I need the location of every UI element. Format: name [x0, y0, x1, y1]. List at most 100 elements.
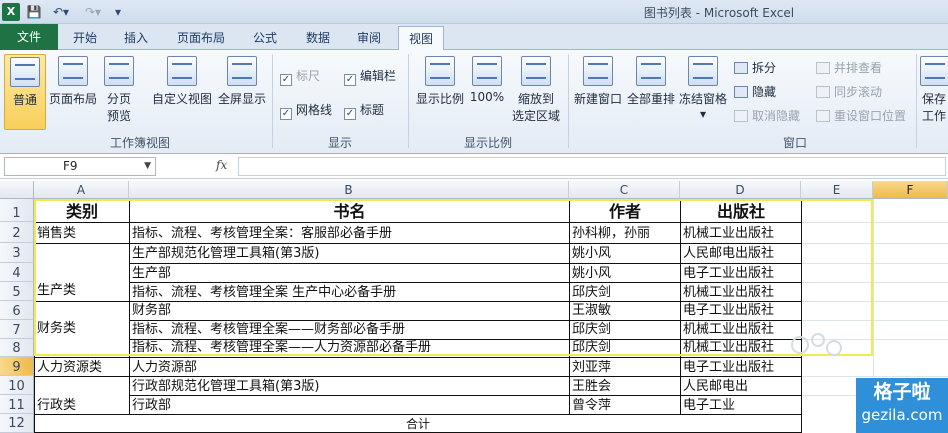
book-title[interactable]: 指标、流程、考核管理全案：客服部必备手册 [130, 223, 568, 243]
tab-file[interactable]: 文件 [0, 24, 58, 50]
save-workspace-label-1: 保存 [921, 92, 946, 106]
select-all-corner[interactable] [0, 181, 34, 199]
tab-formulas[interactable]: 公式 [243, 26, 287, 50]
category-production[interactable]: 生产类 [35, 244, 129, 301]
headings-label: 标题 [360, 103, 385, 117]
book-publisher[interactable]: 电子工业出版社 [681, 264, 800, 282]
row-header-2[interactable]: 2 [0, 222, 34, 243]
column-header-a[interactable]: A [34, 181, 129, 199]
page-break-preview-button[interactable]: 分页 预览 [100, 54, 138, 130]
custom-views-button[interactable]: 自定义视图 [150, 54, 214, 130]
book-publisher[interactable]: 人民邮电出 [681, 377, 800, 395]
normal-view-button[interactable]: 普通 [4, 54, 46, 130]
zoom-100-button[interactable]: 100% [468, 54, 506, 130]
insert-function-icon[interactable]: fx [216, 158, 227, 172]
category-finance[interactable]: 财务类 [35, 302, 129, 357]
row-header-12[interactable]: 12 [0, 414, 34, 433]
row-header-7[interactable]: 7 [0, 320, 34, 339]
save-workspace-button[interactable]: 保存 工作 [920, 54, 948, 130]
column-header-b[interactable]: B [129, 181, 569, 199]
book-title[interactable]: 财务部 [130, 302, 568, 320]
header-category[interactable]: 类别 [35, 200, 129, 222]
tab-view[interactable]: 视图 [398, 26, 444, 51]
split-button[interactable]: 拆分 [734, 58, 776, 78]
sync-scroll-label: 同步滚动 [834, 85, 883, 99]
header-title[interactable]: 书名 [130, 200, 569, 222]
watermark-dots-icon [791, 333, 842, 356]
column-header-d[interactable]: D [680, 181, 801, 199]
column-header-e[interactable]: E [801, 181, 873, 199]
book-title[interactable]: 行政部 [130, 396, 568, 414]
book-author[interactable]: 邱庆剑 [570, 283, 679, 301]
book-title[interactable]: 指标、流程、考核管理全案 生产中心必备手册 [130, 283, 568, 301]
hide-button[interactable]: 隐藏 [734, 82, 776, 102]
book-publisher[interactable]: 电子工业出版社 [681, 302, 800, 320]
book-publisher[interactable]: 电子工业 [681, 396, 800, 414]
book-publisher[interactable]: 机械工业出版社 [681, 340, 800, 355]
arrange-all-button[interactable]: 全部重排 [626, 54, 676, 130]
unhide-button[interactable]: 取消隐藏 [734, 106, 800, 126]
category-admin[interactable]: 行政类 [35, 377, 129, 414]
formula-bar-checkbox[interactable]: ✓ 编辑栏 [344, 66, 396, 86]
row-header-11[interactable]: 11 [0, 395, 34, 414]
row-header-4[interactable]: 4 [0, 263, 34, 282]
book-title[interactable]: 人力资源部 [130, 358, 568, 376]
tab-data[interactable]: 数据 [296, 26, 340, 50]
reset-window-position-button[interactable]: 重设窗口位置 [816, 106, 906, 126]
unhide-label: 取消隐藏 [752, 109, 801, 123]
tab-page-layout[interactable]: 页面布局 [168, 26, 234, 50]
tab-insert[interactable]: 插入 [113, 26, 159, 50]
tab-home[interactable]: 开始 [62, 26, 108, 50]
name-box[interactable]: F9 ▼ [4, 157, 156, 176]
book-title[interactable]: 生产部规范化管理工具箱(第3版) [130, 244, 568, 263]
gridlines-checkbox[interactable]: ✓ 网格线 [280, 100, 332, 120]
row-header-1[interactable]: 1 [0, 199, 34, 222]
row-header-3[interactable]: 3 [0, 243, 34, 263]
book-author[interactable]: 邱庆剑 [570, 340, 679, 355]
book-title[interactable]: 指标、流程、考核管理全案——人力资源部必备手册 [130, 340, 568, 355]
sync-scroll-button[interactable]: 同步滚动 [816, 82, 882, 102]
page-layout-view-button[interactable]: 页面布局 [48, 54, 98, 130]
book-author[interactable]: 刘亚萍 [570, 358, 679, 376]
row-header-10[interactable]: 10 [0, 376, 34, 395]
zoom-to-selection-button[interactable]: 缩放到 选定区域 [508, 54, 564, 130]
book-author[interactable]: 邱庆剑 [570, 321, 679, 339]
side-by-side-button[interactable]: 并排查看 [816, 58, 882, 78]
tab-review[interactable]: 审阅 [347, 26, 391, 50]
column-header-f[interactable]: F [873, 181, 948, 199]
formula-input[interactable] [238, 157, 946, 176]
book-title[interactable]: 指标、流程、考核管理全案——财务部必备手册 [130, 321, 568, 339]
category-sales[interactable]: 销售类 [35, 223, 129, 243]
total-cell[interactable]: 合计 [35, 415, 801, 432]
book-publisher[interactable]: 机械工业出版社 [681, 321, 800, 339]
book-author[interactable]: 曾令萍 [570, 396, 679, 414]
column-header-c[interactable]: C [569, 181, 680, 199]
headings-checkbox[interactable]: ✓ 标题 [344, 100, 384, 120]
row-header-9[interactable]: 9 [0, 357, 34, 376]
zoom-button[interactable]: 显示比例 [414, 54, 466, 130]
fullscreen-button[interactable]: 全屏显示 [216, 54, 268, 130]
header-author[interactable]: 作者 [570, 200, 680, 222]
book-author[interactable]: 孙科柳，孙丽 [570, 223, 679, 243]
book-author[interactable]: 王淑敏 [570, 302, 679, 320]
book-publisher[interactable]: 电子工业出版社 [681, 358, 800, 376]
new-window-button[interactable]: 新建窗口 [572, 54, 624, 130]
book-author[interactable]: 王胜会 [570, 377, 679, 395]
row-header-5[interactable]: 5 [0, 282, 34, 301]
row-header-6[interactable]: 6 [0, 301, 34, 320]
book-publisher[interactable]: 机械工业出版社 [681, 283, 800, 301]
book-title[interactable]: 生产部 [130, 264, 568, 282]
book-publisher[interactable]: 机械工业出版社 [681, 223, 800, 243]
book-publisher[interactable]: 人民邮电出版社 [681, 244, 800, 263]
book-title[interactable]: 行政部规范化管理工具箱(第3版) [130, 377, 568, 395]
category-hr[interactable]: 人力资源类 [35, 358, 129, 376]
name-box-dropdown-icon[interactable]: ▼ [144, 158, 151, 175]
book-author[interactable]: 姚小风 [570, 244, 679, 263]
page-break-label-2: 预览 [106, 109, 131, 123]
book-author[interactable]: 姚小风 [570, 264, 679, 282]
row-header-8[interactable]: 8 [0, 339, 34, 357]
ruler-checkbox[interactable]: ✓ 标尺 [280, 66, 320, 86]
header-publisher[interactable]: 出版社 [681, 200, 801, 222]
freeze-panes-button[interactable]: 冻结窗格 ▾ [678, 54, 728, 130]
gridlines-check-icon: ✓ [280, 108, 292, 120]
